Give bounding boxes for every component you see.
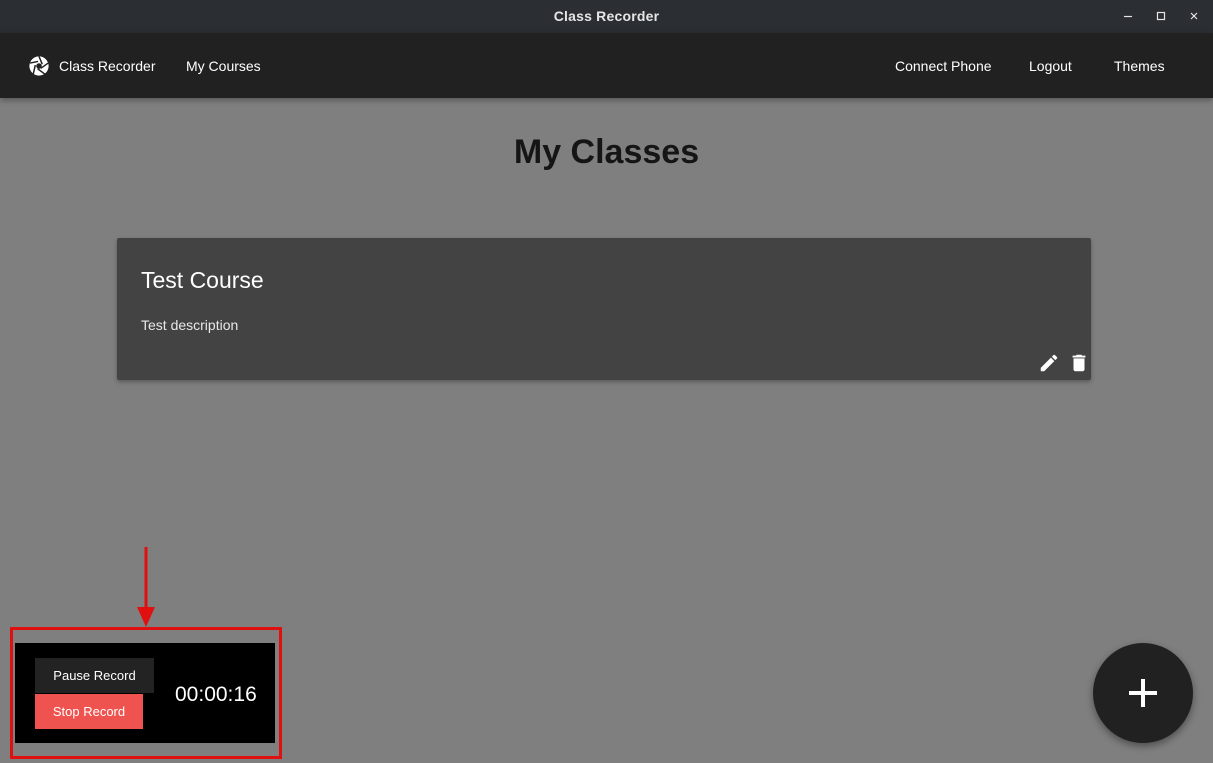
nav-link-themes[interactable]: Themes <box>1114 58 1165 74</box>
add-course-button[interactable] <box>1093 643 1193 743</box>
page-title: My Classes <box>513 133 700 171</box>
nav-link-connect-phone[interactable]: Connect Phone <box>895 58 992 74</box>
recording-timer: 00:00:16 <box>175 683 257 706</box>
annotation-arrow <box>137 547 155 627</box>
brand-link[interactable]: Class Recorder <box>28 55 155 77</box>
stop-record-button[interactable]: Stop Record <box>35 694 143 729</box>
recording-panel: Pause Record Stop Record 00:00:16 <box>15 643 275 743</box>
edit-pencil-icon[interactable] <box>1038 352 1060 374</box>
nav-link-my-courses[interactable]: My Courses <box>186 58 261 74</box>
camera-aperture-icon <box>29 56 49 76</box>
window-titlebar: Class Recorder <box>0 0 1213 33</box>
close-icon[interactable] <box>1183 5 1205 27</box>
brand-label: Class Recorder <box>59 58 156 74</box>
course-card[interactable]: Test Course Test description <box>117 238 1091 380</box>
course-description: Test description <box>141 317 239 333</box>
delete-trash-icon[interactable] <box>1068 352 1090 374</box>
course-title: Test Course <box>141 267 264 293</box>
maximize-icon[interactable] <box>1150 5 1172 27</box>
window-title: Class Recorder <box>553 8 660 24</box>
app-navbar: Class Recorder My Courses Connect Phone … <box>0 33 1213 98</box>
pause-record-button[interactable]: Pause Record <box>35 658 154 693</box>
plus-icon <box>1129 679 1157 707</box>
minimize-icon[interactable] <box>1117 5 1139 27</box>
nav-link-logout[interactable]: Logout <box>1029 58 1072 74</box>
